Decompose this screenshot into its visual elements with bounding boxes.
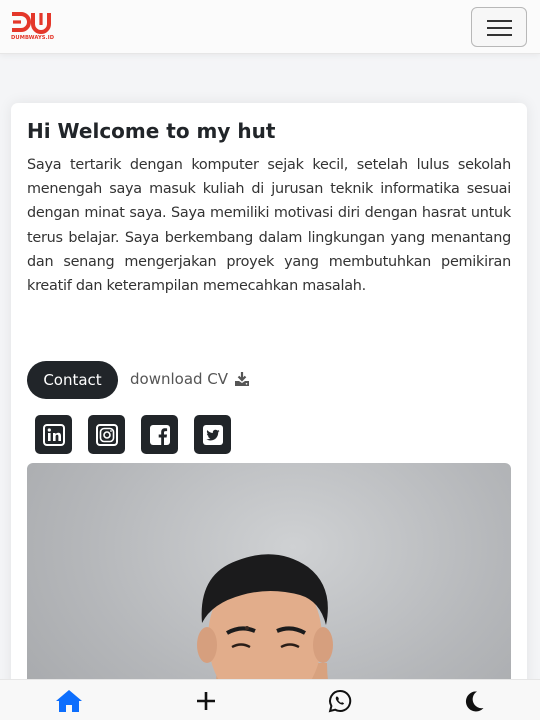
linkedin-button[interactable] bbox=[35, 415, 72, 454]
menu-toggle-button[interactable] bbox=[471, 7, 527, 47]
contact-button[interactable]: Contact bbox=[27, 361, 118, 399]
hamburger-line bbox=[487, 34, 512, 36]
page-title: Hi Welcome to my hut bbox=[27, 119, 276, 143]
dumbways-logo-icon bbox=[12, 12, 51, 34]
facebook-button[interactable] bbox=[141, 415, 178, 454]
add-button[interactable] bbox=[192, 687, 220, 715]
facebook-icon bbox=[149, 424, 170, 445]
plus-icon bbox=[197, 692, 215, 710]
whatsapp-icon bbox=[328, 689, 352, 713]
logo-text: DUMBWAYS.ID bbox=[11, 35, 55, 41]
hamburger-line bbox=[487, 27, 512, 29]
linkedin-icon bbox=[42, 423, 65, 446]
download-cv-label: download CV bbox=[130, 370, 229, 388]
download-icon bbox=[235, 372, 250, 386]
dark-mode-toggle[interactable] bbox=[460, 687, 488, 715]
intro-card: Hi Welcome to my hut Saya tertarik denga… bbox=[11, 103, 527, 720]
download-cv-link[interactable]: download CV bbox=[130, 370, 250, 388]
twitter-button[interactable] bbox=[194, 415, 231, 454]
intro-description: Saya tertarik dengan komputer sejak keci… bbox=[27, 157, 511, 295]
hamburger-icon bbox=[487, 20, 512, 22]
home-icon bbox=[56, 690, 82, 712]
navbar: DUMBWAYS.ID bbox=[0, 0, 540, 54]
home-button[interactable] bbox=[55, 687, 83, 715]
whatsapp-button[interactable] bbox=[326, 687, 354, 715]
logo[interactable]: DUMBWAYS.ID bbox=[11, 11, 57, 45]
twitter-icon bbox=[202, 424, 223, 445]
moon-icon bbox=[465, 691, 484, 712]
bottom-navigation bbox=[0, 679, 540, 720]
instagram-button[interactable] bbox=[88, 415, 125, 454]
instagram-icon bbox=[95, 423, 118, 446]
